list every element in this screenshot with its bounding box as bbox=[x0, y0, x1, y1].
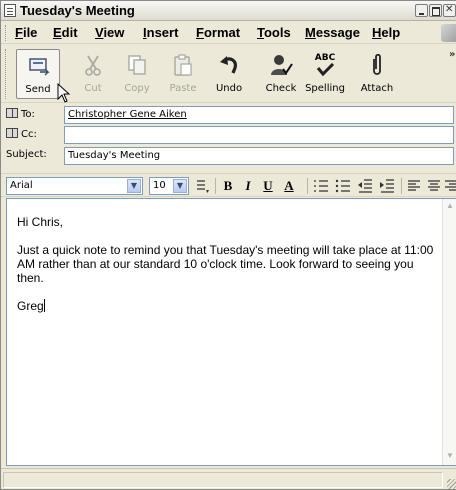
signature-line: Greg bbox=[17, 299, 437, 313]
windows-logo-icon bbox=[441, 24, 456, 42]
status-bar bbox=[1, 468, 456, 489]
bulleted-list-icon[interactable] bbox=[335, 178, 351, 194]
spelling-button[interactable]: ABC Spelling bbox=[303, 49, 347, 99]
separator bbox=[307, 178, 308, 194]
font-select[interactable]: Arial ▼ bbox=[6, 177, 143, 195]
paste-button[interactable]: Paste bbox=[161, 49, 205, 99]
title-bar: Tuesday's Meeting bbox=[1, 1, 456, 21]
cut-button[interactable]: Cut bbox=[71, 49, 115, 99]
to-label-wrap[interactable]: To: bbox=[6, 108, 35, 120]
check-names-icon bbox=[271, 55, 293, 75]
mouse-pointer-icon bbox=[57, 83, 71, 103]
cc-label-wrap[interactable]: Cc: bbox=[6, 128, 37, 140]
send-icon bbox=[29, 58, 50, 76]
paragraph-style-icon[interactable] bbox=[195, 178, 211, 194]
font-size-select[interactable]: 10 ▼ bbox=[149, 177, 189, 195]
menu-view[interactable]: View bbox=[95, 25, 124, 40]
undo-icon bbox=[220, 56, 237, 74]
font-size-value: 10 bbox=[153, 180, 166, 191]
menu-grip[interactable] bbox=[5, 25, 8, 41]
undo-label: Undo bbox=[215, 83, 243, 94]
to-row: To: Christopher Gene Aiken bbox=[1, 105, 456, 125]
status-pane bbox=[3, 472, 443, 488]
attach-label: Attach bbox=[360, 83, 394, 94]
toolbar-overflow-chevron-icon[interactable]: » bbox=[449, 49, 455, 60]
to-label: To: bbox=[21, 109, 35, 120]
menu-format[interactable]: Format bbox=[196, 25, 240, 40]
greeting-line: Hi Chris, bbox=[17, 215, 64, 229]
window-title: Tuesday's Meeting bbox=[20, 3, 135, 18]
scroll-down-arrow-icon[interactable]: ▼ bbox=[444, 451, 456, 463]
close-button[interactable] bbox=[443, 4, 456, 17]
decrease-indent-icon[interactable] bbox=[357, 178, 373, 194]
body-paragraph: Just a quick note to remind you that Tue… bbox=[17, 243, 434, 285]
text-caret bbox=[43, 299, 45, 312]
cc-label: Cc: bbox=[21, 129, 37, 140]
font-value: Arial bbox=[10, 180, 33, 191]
menu-file[interactable]: File bbox=[15, 25, 37, 40]
cut-label: Cut bbox=[84, 83, 102, 94]
menu-message[interactable]: Message bbox=[305, 25, 360, 40]
font-color-button[interactable]: A bbox=[282, 178, 296, 194]
subject-row: Subject: Tuesday's Meeting bbox=[1, 146, 456, 166]
cc-row: Cc: bbox=[1, 125, 456, 145]
compose-window: Tuesday's Meeting File Edit View Insert … bbox=[0, 0, 456, 490]
chevron-down-icon[interactable]: ▼ bbox=[127, 179, 141, 193]
minimize-button[interactable] bbox=[415, 4, 428, 17]
signature-text: Greg bbox=[17, 299, 44, 313]
bold-button[interactable]: B bbox=[221, 178, 235, 194]
maximize-button[interactable] bbox=[429, 4, 442, 17]
menu-insert[interactable]: Insert bbox=[143, 25, 178, 40]
numbered-list-icon[interactable] bbox=[313, 178, 329, 194]
formatting-toolbar: Arial ▼ 10 ▼ B I U A bbox=[1, 173, 456, 197]
chevron-down-icon[interactable]: ▼ bbox=[173, 179, 187, 193]
scroll-up-arrow-icon[interactable]: ▲ bbox=[444, 201, 456, 213]
italic-button[interactable]: I bbox=[241, 178, 255, 194]
align-center-icon[interactable] bbox=[427, 178, 441, 194]
vertical-scrollbar[interactable]: ▲ ▼ bbox=[442, 199, 456, 465]
send-button[interactable]: Send bbox=[16, 49, 60, 99]
undo-button[interactable]: Undo bbox=[207, 49, 251, 99]
spelling-icon-text: ABC bbox=[314, 53, 336, 63]
separator bbox=[401, 178, 402, 194]
spelling-icon: ABC bbox=[313, 53, 337, 77]
check-label: Check bbox=[265, 83, 297, 94]
address-book-icon bbox=[6, 128, 18, 138]
attach-button[interactable]: Attach bbox=[355, 49, 399, 99]
underline-button[interactable]: U bbox=[261, 178, 275, 194]
cc-field[interactable] bbox=[64, 126, 454, 144]
to-recipient[interactable]: Christopher Gene Aiken bbox=[68, 109, 187, 120]
separator bbox=[215, 178, 216, 194]
menu-help[interactable]: Help bbox=[372, 25, 400, 40]
paperclip-icon bbox=[373, 53, 381, 75]
menu-tools[interactable]: Tools bbox=[257, 25, 291, 40]
message-body[interactable]: Hi Chris, Just a quick note to remind yo… bbox=[6, 198, 456, 466]
to-field[interactable]: Christopher Gene Aiken bbox=[64, 106, 454, 124]
resize-grip-icon[interactable] bbox=[447, 479, 456, 489]
spelling-label: Spelling bbox=[305, 83, 345, 94]
align-left-icon[interactable] bbox=[407, 178, 421, 194]
paste-label: Paste bbox=[169, 83, 197, 94]
message-text[interactable]: Hi Chris, Just a quick note to remind yo… bbox=[17, 215, 437, 327]
align-right-icon[interactable] bbox=[445, 178, 456, 194]
subject-label: Subject: bbox=[6, 149, 47, 160]
send-label: Send bbox=[25, 84, 51, 95]
check-names-button[interactable]: Check bbox=[259, 49, 303, 99]
menu-bar: File Edit View Insert Format Tools Messa… bbox=[1, 22, 456, 44]
subject-field[interactable]: Tuesday's Meeting bbox=[64, 147, 454, 165]
menu-edit[interactable]: Edit bbox=[53, 25, 78, 40]
copy-button[interactable]: Copy bbox=[115, 49, 159, 99]
address-book-icon bbox=[6, 108, 18, 118]
clipboard-icon bbox=[174, 54, 192, 76]
increase-indent-icon[interactable] bbox=[379, 178, 395, 194]
copy-label: Copy bbox=[124, 83, 150, 94]
toolbar-grip[interactable] bbox=[5, 49, 8, 99]
copy-icon bbox=[128, 55, 146, 75]
message-icon bbox=[4, 4, 16, 17]
scissors-icon bbox=[85, 55, 101, 76]
